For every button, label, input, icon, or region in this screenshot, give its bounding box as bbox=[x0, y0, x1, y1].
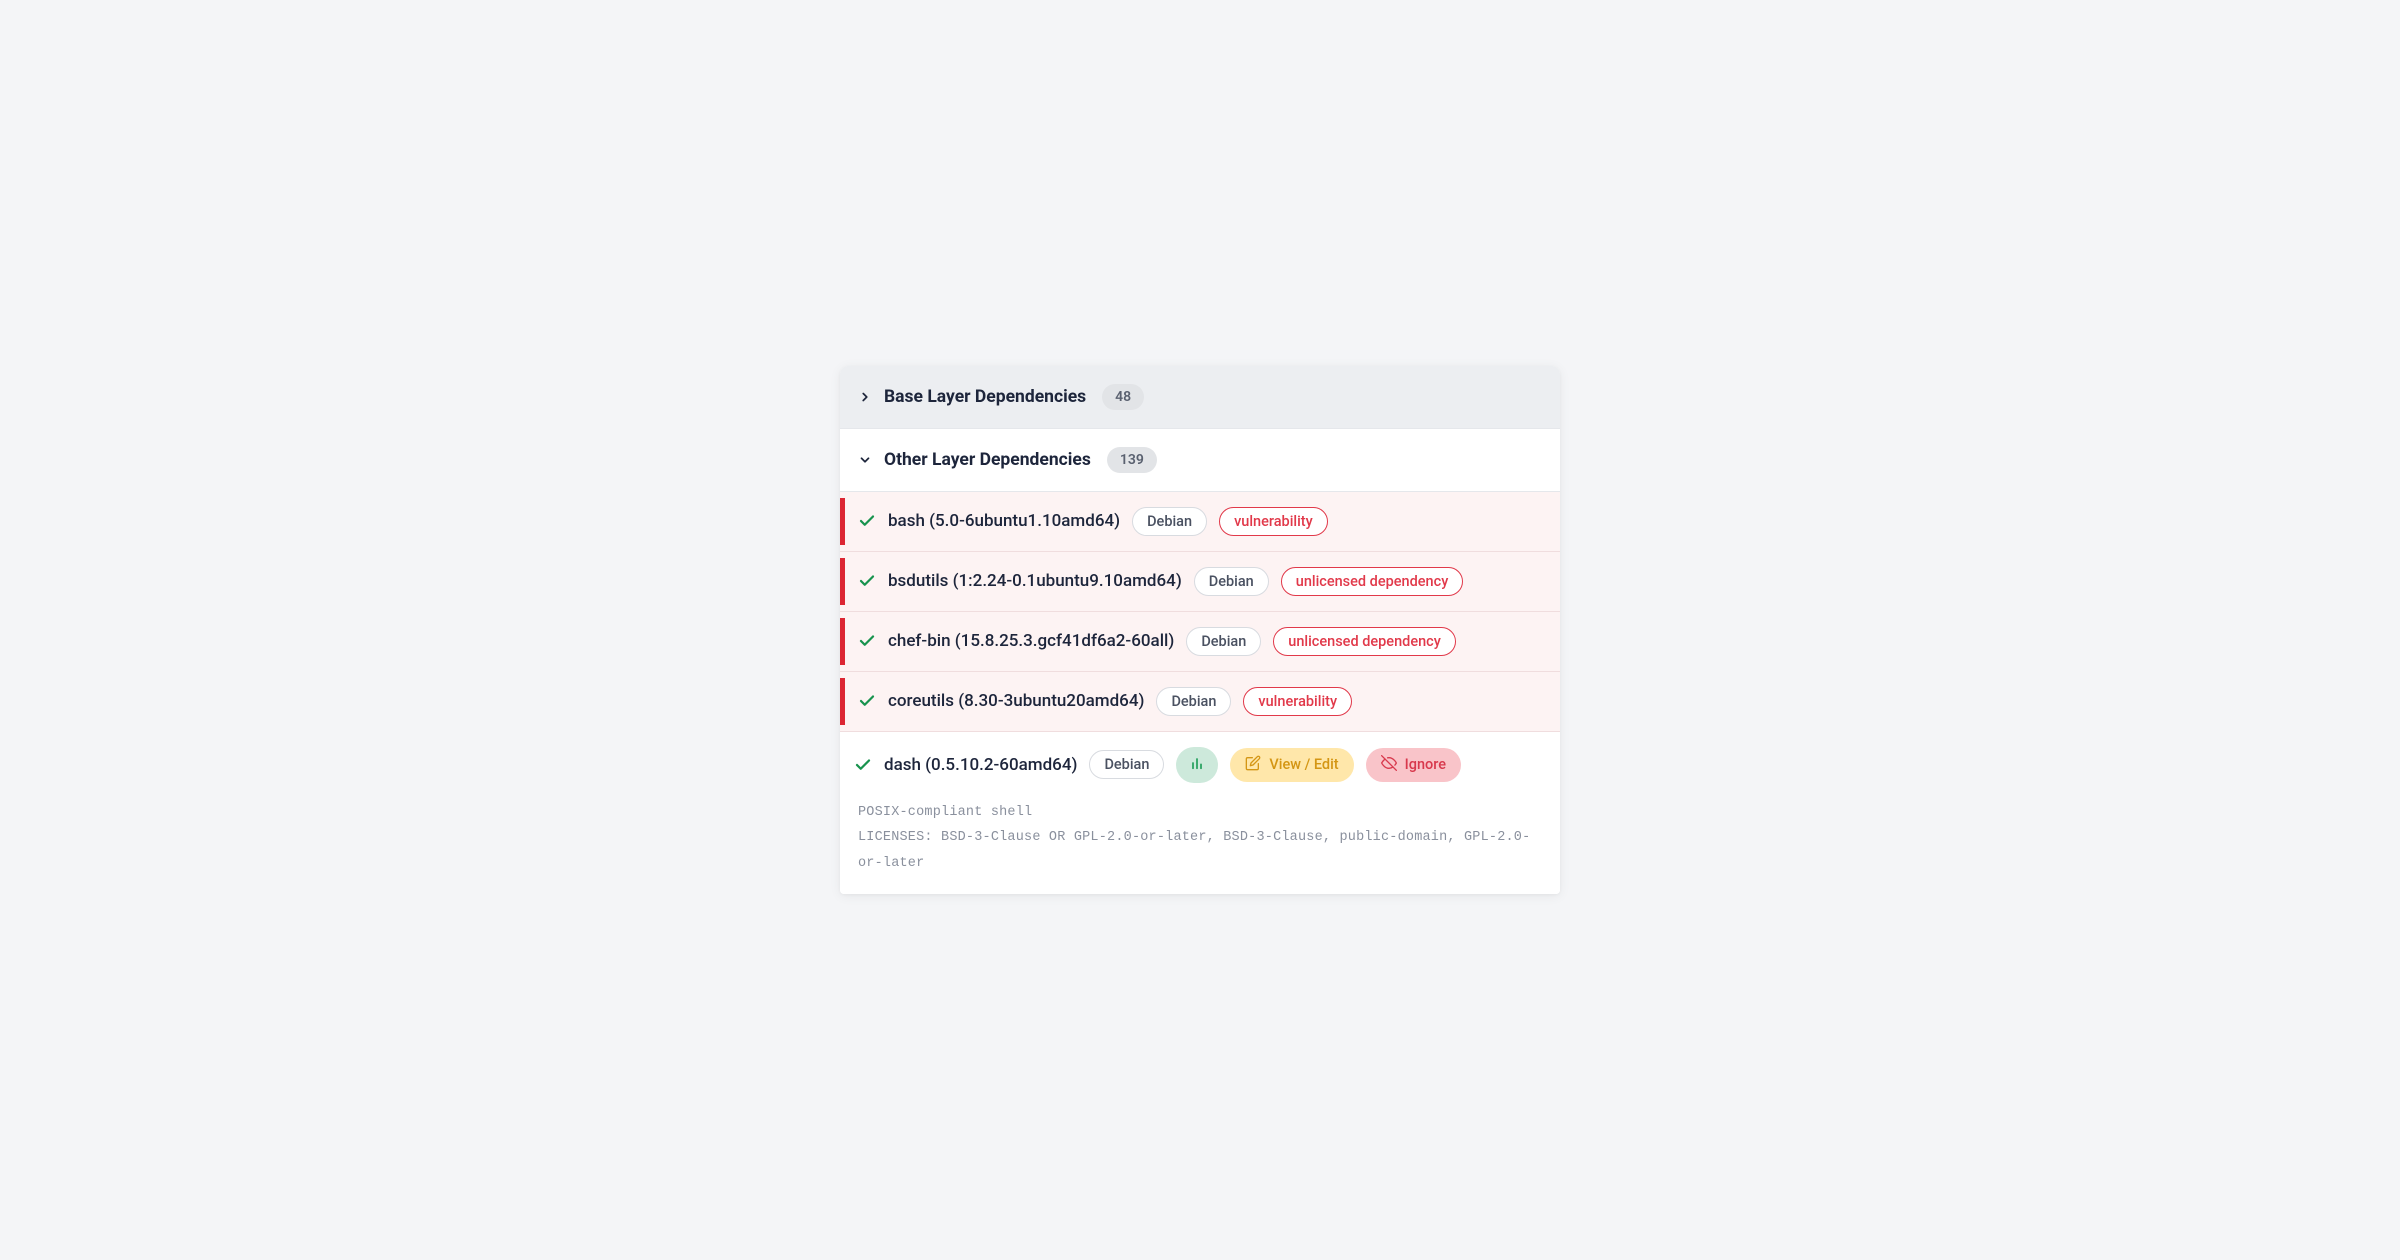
count-badge: 48 bbox=[1102, 384, 1144, 410]
dependency-row[interactable]: chef-bin (15.8.25.3.gcf41df6a2-60all) De… bbox=[840, 612, 1560, 672]
dependencies-panel: Base Layer Dependencies 48 Other Layer D… bbox=[840, 366, 1560, 895]
view-edit-label: View / Edit bbox=[1269, 756, 1338, 773]
view-edit-button[interactable]: View / Edit bbox=[1230, 748, 1353, 782]
chevron-down-icon bbox=[858, 453, 872, 467]
section-title: Other Layer Dependencies bbox=[884, 450, 1091, 470]
check-icon bbox=[858, 632, 876, 650]
dependency-details: POSIX-compliant shell LICENSES: BSD-3-Cl… bbox=[840, 798, 1560, 895]
dependency-name: bash (5.0-6ubuntu1.10amd64) bbox=[888, 511, 1120, 531]
check-icon bbox=[858, 572, 876, 590]
source-pill: Debian bbox=[1194, 567, 1269, 596]
bar-chart-icon bbox=[1189, 755, 1205, 775]
source-pill: Debian bbox=[1156, 687, 1231, 716]
stats-button[interactable] bbox=[1176, 747, 1218, 783]
dependency-licenses: LICENSES: BSD-3-Clause OR GPL-2.0-or-lat… bbox=[858, 825, 1542, 876]
check-icon bbox=[858, 512, 876, 530]
source-pill: Debian bbox=[1186, 627, 1261, 656]
eye-off-icon bbox=[1381, 755, 1397, 775]
tag-pill: vulnerability bbox=[1219, 507, 1328, 536]
dependency-name: bsdutils (1:2.24-0.1ubuntu9.10amd64) bbox=[888, 571, 1182, 591]
section-title: Base Layer Dependencies bbox=[884, 387, 1086, 407]
dependency-name: dash (0.5.10.2-60amd64) bbox=[884, 755, 1077, 775]
dependency-row[interactable]: bash (5.0-6ubuntu1.10amd64) Debian vulne… bbox=[840, 492, 1560, 552]
check-icon bbox=[858, 692, 876, 710]
edit-icon bbox=[1245, 755, 1261, 775]
dependency-description: POSIX-compliant shell bbox=[858, 800, 1542, 826]
section-header-base[interactable]: Base Layer Dependencies 48 bbox=[840, 366, 1560, 429]
dependency-name: chef-bin (15.8.25.3.gcf41df6a2-60all) bbox=[888, 631, 1174, 651]
check-icon bbox=[854, 756, 872, 774]
dependency-row-expanded[interactable]: dash (0.5.10.2-60amd64) Debian View / Ed… bbox=[840, 732, 1560, 798]
count-badge: 139 bbox=[1107, 447, 1157, 473]
dependency-row[interactable]: bsdutils (1:2.24-0.1ubuntu9.10amd64) Deb… bbox=[840, 552, 1560, 612]
source-pill: Debian bbox=[1089, 750, 1164, 779]
source-pill: Debian bbox=[1132, 507, 1207, 536]
chevron-right-icon bbox=[858, 390, 872, 404]
dependency-row[interactable]: coreutils (8.30-3ubuntu20amd64) Debian v… bbox=[840, 672, 1560, 732]
tag-pill: unlicensed dependency bbox=[1281, 567, 1464, 596]
dependency-name: coreutils (8.30-3ubuntu20amd64) bbox=[888, 691, 1144, 711]
ignore-button[interactable]: Ignore bbox=[1366, 748, 1461, 782]
tag-pill: vulnerability bbox=[1243, 687, 1352, 716]
ignore-label: Ignore bbox=[1405, 756, 1446, 773]
section-header-other[interactable]: Other Layer Dependencies 139 bbox=[840, 429, 1560, 492]
tag-pill: unlicensed dependency bbox=[1273, 627, 1456, 656]
